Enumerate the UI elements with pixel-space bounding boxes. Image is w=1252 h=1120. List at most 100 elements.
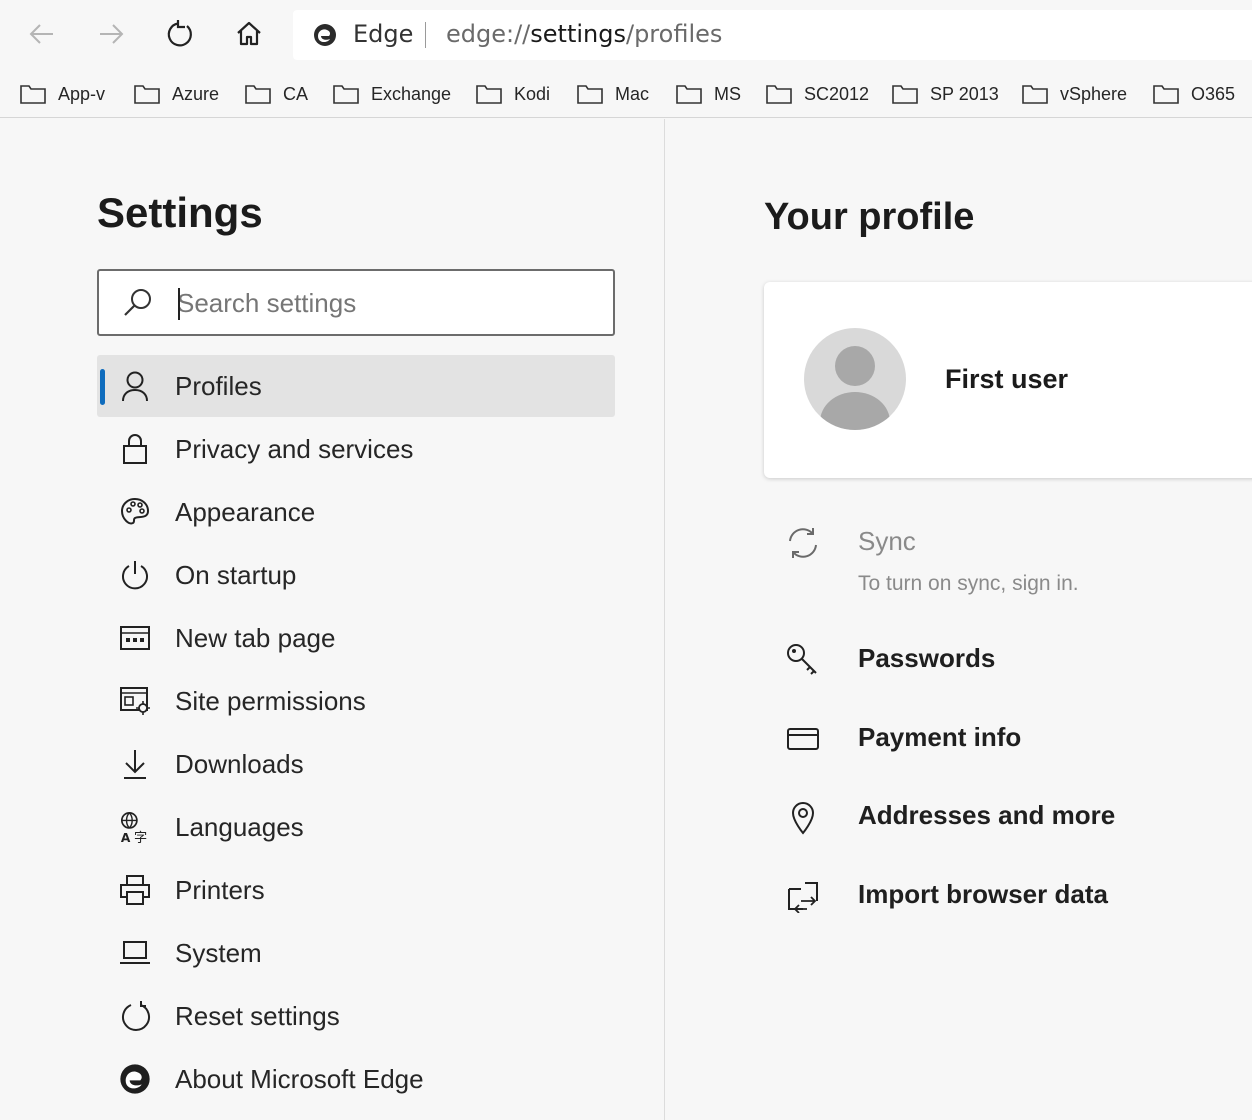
person-icon bbox=[122, 371, 148, 402]
addresses-label: Addresses and more bbox=[858, 800, 1116, 830]
text-caret bbox=[178, 288, 180, 320]
folder-icon bbox=[766, 85, 792, 104]
refresh-button[interactable] bbox=[162, 16, 198, 52]
favorite-folder[interactable]: MS bbox=[676, 79, 741, 109]
payment-info-label: Payment info bbox=[858, 722, 1022, 752]
palette-icon bbox=[120, 497, 150, 525]
favorite-label: Exchange bbox=[371, 83, 452, 104]
avatar[interactable] bbox=[804, 328, 906, 430]
search-settings-input[interactable] bbox=[177, 281, 597, 325]
sidebar-item-downloads[interactable]: Downloads bbox=[97, 733, 615, 795]
favorite-label: Kodi bbox=[514, 83, 551, 104]
folder-icon bbox=[676, 85, 702, 104]
search-icon bbox=[124, 289, 151, 316]
site-permissions-icon bbox=[120, 687, 150, 715]
import-browser-data-row[interactable]: Import browser data bbox=[764, 877, 1252, 917]
payment-info-row[interactable]: Payment info bbox=[764, 720, 1252, 760]
folder-icon bbox=[892, 85, 918, 104]
edge-logo-icon bbox=[314, 24, 336, 46]
settings-sidebar: Settings Profiles Privacy and services A… bbox=[0, 119, 665, 1120]
avatar-head bbox=[835, 346, 875, 386]
back-button[interactable] bbox=[24, 16, 60, 52]
favorite-label: CA bbox=[283, 83, 309, 104]
edge-logo-icon bbox=[120, 1064, 150, 1094]
address-site-label: Edge bbox=[353, 20, 414, 48]
home-icon bbox=[237, 21, 261, 46]
folder-icon bbox=[245, 85, 271, 104]
address-bar[interactable]: Edge edge://settings/profiles bbox=[293, 10, 1252, 60]
sync-icon bbox=[789, 528, 817, 558]
sidebar-item-privacy[interactable]: Privacy and services bbox=[97, 418, 615, 480]
forward-button[interactable] bbox=[93, 16, 129, 52]
card-icon bbox=[787, 728, 819, 750]
sidebar-item-on-startup[interactable]: On startup bbox=[97, 544, 615, 606]
favorite-folder[interactable]: App-v bbox=[20, 79, 105, 109]
favorite-label: Azure bbox=[172, 83, 220, 104]
forward-arrow-icon bbox=[100, 24, 124, 44]
url-scheme: edge:// bbox=[446, 20, 531, 48]
sync-subtitle: To turn on sync, sign in. bbox=[858, 572, 1079, 595]
active-indicator bbox=[100, 369, 105, 405]
settings-title: Settings bbox=[97, 189, 263, 236]
favorite-folder[interactable]: Exchange bbox=[333, 79, 451, 109]
favorite-folder[interactable]: Mac bbox=[577, 79, 649, 109]
import-icon bbox=[788, 882, 818, 913]
favorite-folder[interactable]: CA bbox=[245, 79, 308, 109]
lock-icon bbox=[123, 434, 147, 464]
sidebar-item-system[interactable]: System bbox=[97, 922, 615, 984]
sidebar-item-label: Reset settings bbox=[175, 1001, 340, 1031]
sidebar-item-about-edge[interactable]: About Microsoft Edge bbox=[97, 1048, 615, 1110]
page-title: Your profile bbox=[764, 196, 975, 238]
sidebar-item-printers[interactable]: Printers bbox=[97, 859, 615, 921]
sidebar-item-appearance[interactable]: Appearance bbox=[97, 481, 615, 543]
addresses-row[interactable]: Addresses and more bbox=[764, 798, 1252, 838]
sidebar-item-reset-settings[interactable]: Reset settings bbox=[97, 985, 615, 1047]
favorite-folder[interactable]: Azure bbox=[134, 79, 219, 109]
address-separator bbox=[425, 22, 426, 48]
passwords-row[interactable]: Passwords bbox=[764, 641, 1252, 681]
languages-icon: A字 bbox=[121, 812, 147, 844]
sidebar-item-label: New tab page bbox=[175, 623, 336, 653]
home-button[interactable] bbox=[231, 16, 267, 52]
favorite-label: MS bbox=[714, 83, 741, 104]
browser-toolbar: Edge edge://settings/profiles bbox=[0, 0, 1252, 70]
sidebar-item-languages[interactable]: A字 Languages bbox=[97, 796, 615, 858]
url-path: /profiles bbox=[625, 20, 723, 48]
sidebar-item-site-permissions[interactable]: Site permissions bbox=[97, 670, 615, 732]
favorite-folder[interactable]: SC2012 bbox=[766, 79, 869, 109]
favorite-folder[interactable]: O365 bbox=[1153, 79, 1235, 109]
refresh-icon bbox=[167, 20, 192, 47]
sidebar-item-label: Profiles bbox=[175, 371, 262, 401]
sidebar-item-label: Downloads bbox=[175, 749, 304, 779]
laptop-icon bbox=[120, 941, 150, 964]
favorite-label: SC2012 bbox=[804, 83, 870, 104]
location-pin-icon bbox=[791, 802, 815, 835]
passwords-label: Passwords bbox=[858, 643, 996, 673]
address-url[interactable]: edge://settings/profiles bbox=[446, 20, 722, 48]
search-settings-box[interactable] bbox=[97, 269, 615, 336]
key-icon bbox=[787, 644, 817, 675]
sync-row[interactable]: Sync To turn on sync, sign in. bbox=[764, 524, 1252, 604]
sidebar-item-label: Appearance bbox=[175, 497, 316, 527]
avatar-body bbox=[820, 392, 890, 430]
favorite-label: App-v bbox=[58, 83, 106, 104]
download-icon bbox=[124, 750, 146, 779]
sidebar-item-label: Site permissions bbox=[175, 686, 366, 716]
folder-icon bbox=[577, 85, 603, 104]
profile-name: First user bbox=[945, 364, 1069, 394]
favorite-label: SP 2013 bbox=[930, 83, 999, 104]
back-arrow-icon bbox=[29, 24, 53, 44]
favorite-folder[interactable]: SP 2013 bbox=[892, 79, 999, 109]
sidebar-item-new-tab-page[interactable]: New tab page bbox=[97, 607, 615, 669]
folder-icon bbox=[1022, 85, 1048, 104]
sync-label: Sync bbox=[858, 526, 916, 556]
sidebar-item-profiles[interactable]: Profiles bbox=[97, 355, 615, 417]
favorites-bar: App-v Azure CA Exchange Kodi Mac MS SC20… bbox=[0, 70, 1252, 118]
url-host: settings bbox=[530, 20, 626, 48]
folder-icon bbox=[476, 85, 502, 104]
favorite-folder[interactable]: Kodi bbox=[476, 79, 550, 109]
favorite-label: Mac bbox=[615, 83, 650, 104]
folder-icon bbox=[134, 85, 160, 104]
folder-icon bbox=[333, 85, 359, 104]
favorite-folder[interactable]: vSphere bbox=[1022, 79, 1127, 109]
